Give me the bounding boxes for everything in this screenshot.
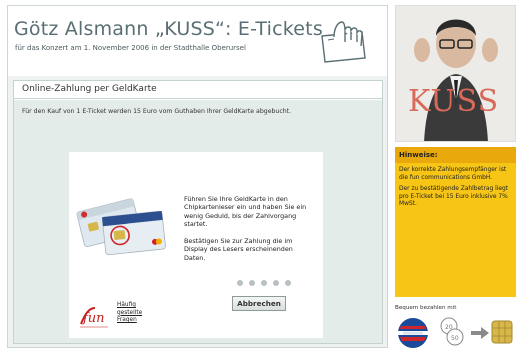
- hints-box: Hinweise: Der korrekte Zahlungsempfänger…: [395, 147, 516, 297]
- hint-amount: Der zu bestätigende Zahlbetrag liegt pro…: [399, 186, 509, 207]
- page: Götz Alsmann „KUSS“: E-Tickets für das K…: [0, 0, 519, 351]
- progress-dot: [237, 280, 243, 286]
- svg-text:20: 20: [445, 324, 453, 331]
- payment-info-text: Für den Kauf von 1 E-Ticket werden 15 Eu…: [22, 108, 292, 115]
- progress-dot: [249, 280, 255, 286]
- page-subtitle: für das Konzert am 1. November 2006 in d…: [15, 44, 246, 52]
- cancel-button[interactable]: Abbrechen: [232, 296, 286, 311]
- coins-to-chip-icon: 20 50: [440, 317, 513, 346]
- progress-dot: [285, 280, 291, 286]
- ticket-hand-icon: [321, 21, 366, 63]
- artist-photo: KUSS: [395, 5, 516, 142]
- payment-dialog: Führen Sie Ihre GeldKarte in den Chipkar…: [69, 152, 323, 338]
- svg-text:50: 50: [451, 335, 459, 342]
- payment-panel-header: Online-Zahlung per GeldKarte: [14, 81, 382, 99]
- instruction-confirm: Bestätigen Sie zur Zahlung die im Displa…: [184, 237, 293, 262]
- payment-panel-title: Online-Zahlung per GeldKarte: [22, 84, 157, 94]
- progress-dot: [273, 280, 279, 286]
- hint-recipient: Der korrekte Zahlungsempfänger ist die f…: [399, 167, 507, 181]
- pay-with-label: Bequem bezahlen mit: [395, 305, 457, 311]
- kuss-title-art: KUSS: [408, 84, 500, 119]
- page-header: Götz Alsmann „KUSS“: E-Tickets für das K…: [8, 6, 387, 76]
- sidebar: KUSS Hinweise: Der korrekte Zahlungsempf…: [395, 5, 516, 348]
- faq-link[interactable]: Häufig gestellte Fragen: [117, 302, 159, 325]
- instruction-insert-card: Führen Sie Ihre GeldKarte in den Chipkar…: [184, 195, 307, 229]
- payment-panel: Online-Zahlung per GeldKarte Für den Kau…: [13, 80, 383, 344]
- hints-title: Hinweise:: [395, 147, 516, 163]
- svg-text:fun: fun: [82, 311, 105, 326]
- progress-dot: [261, 280, 267, 286]
- payment-panel-body: Für den Kauf von 1 E-Ticket werden 15 Eu…: [14, 100, 382, 343]
- geldkarte-cards-icon: [76, 198, 166, 256]
- artist-illustration: [396, 6, 515, 141]
- geldkarte-logo: [398, 318, 428, 348]
- fun-communications-logo: fun: [80, 307, 108, 328]
- main-area: Götz Alsmann „KUSS“: E-Tickets für das K…: [7, 5, 388, 348]
- page-title: Götz Alsmann „KUSS“: E-Tickets: [14, 18, 323, 40]
- progress-dots: [234, 277, 298, 291]
